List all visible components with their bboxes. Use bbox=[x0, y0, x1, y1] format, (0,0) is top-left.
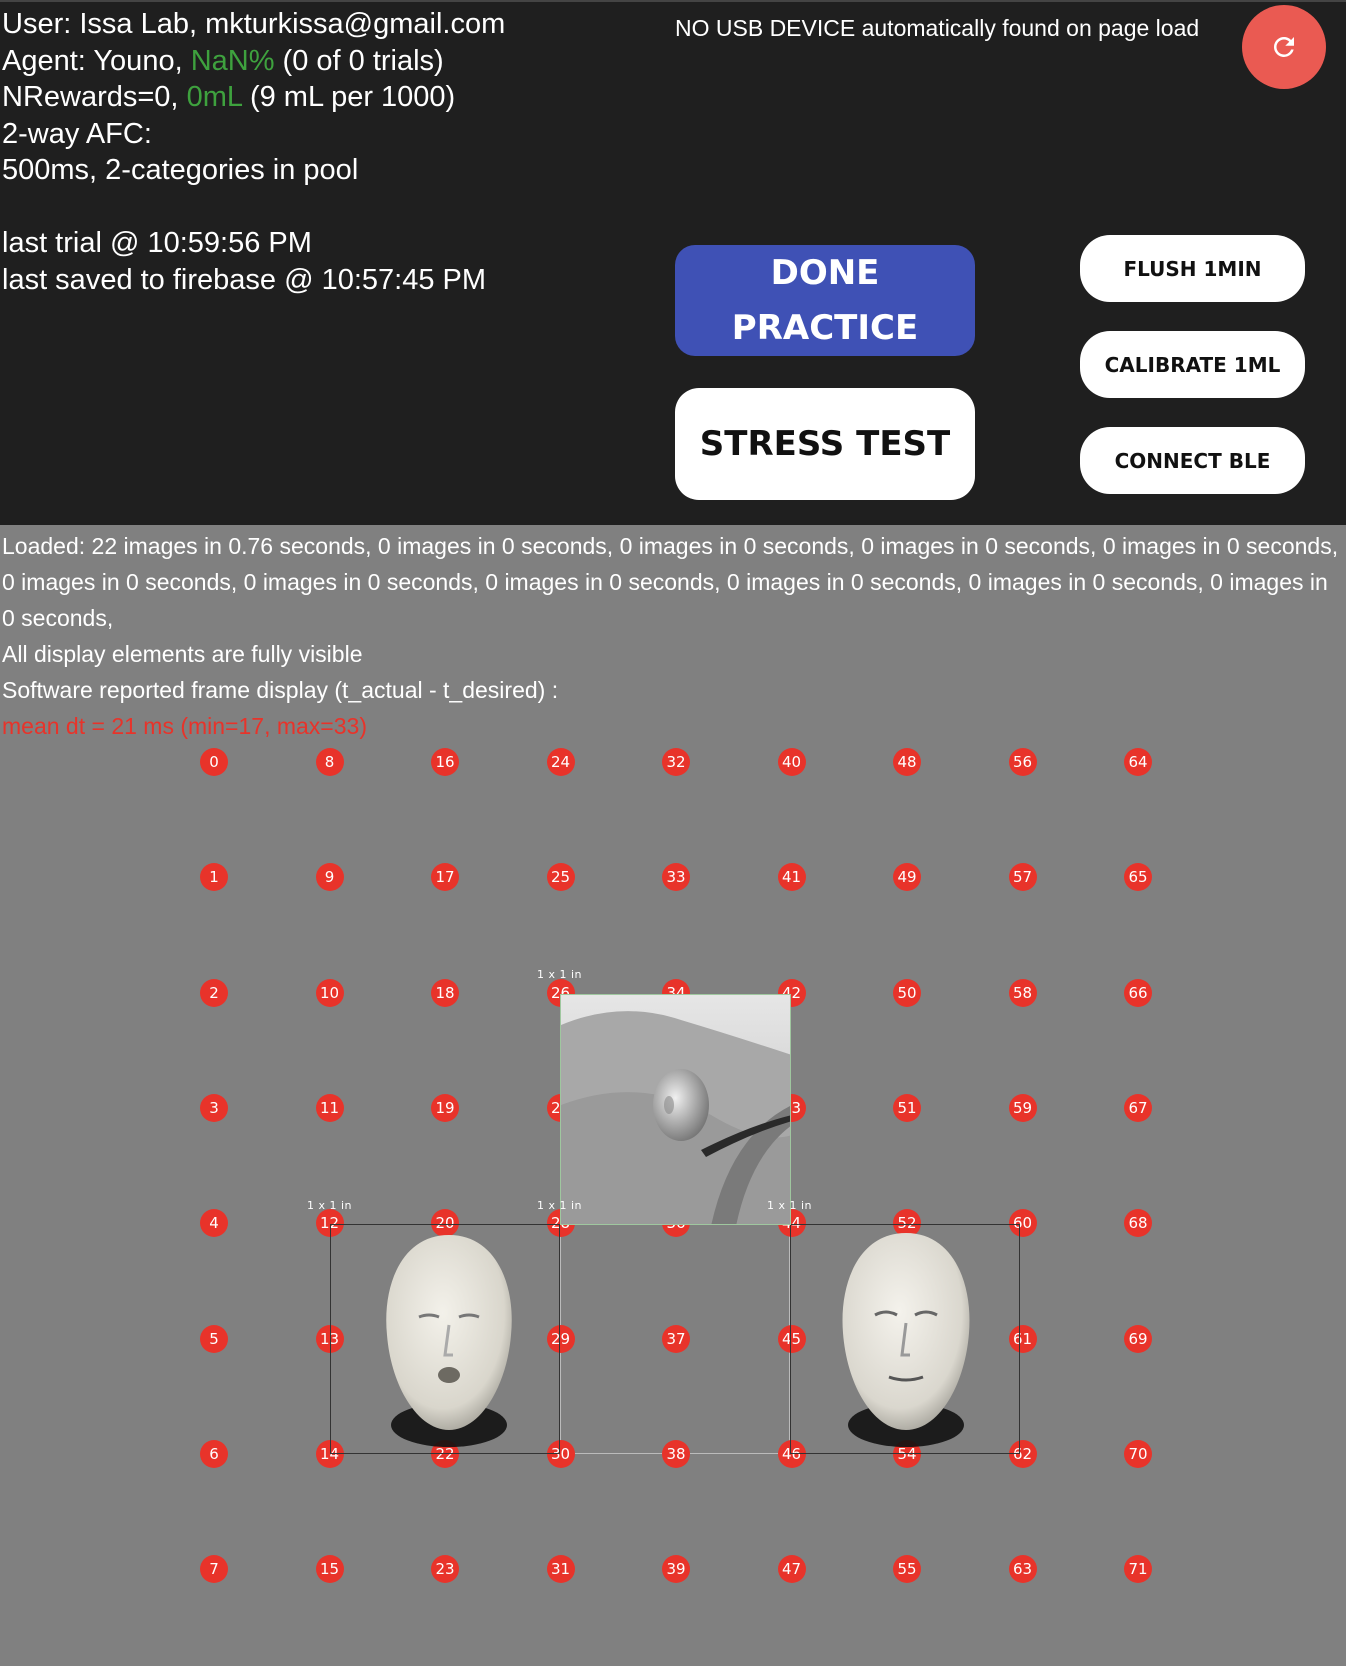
grid-dot-49: 49 bbox=[893, 863, 921, 892]
grid-dot-3: 3 bbox=[200, 1093, 228, 1122]
grid-dot-71: 71 bbox=[1124, 1555, 1152, 1584]
usb-status: NO USB DEVICE automatically found on pag… bbox=[675, 15, 1200, 41]
grid-dot-18: 18 bbox=[431, 978, 459, 1007]
grid-dot-17: 17 bbox=[431, 863, 459, 892]
grid-dot-57: 57 bbox=[1008, 863, 1037, 892]
last-saved: last saved to firebase @ 10:57:45 PM bbox=[2, 263, 487, 296]
grid-dot-6: 6 bbox=[200, 1439, 228, 1468]
grid-dot-8: 8 bbox=[315, 748, 344, 776]
grid-dot-38: 38 bbox=[662, 1439, 690, 1468]
grid-dot-37: 37 bbox=[662, 1324, 690, 1353]
grid-dot-7: 7 bbox=[200, 1555, 228, 1584]
grid-dot-33: 33 bbox=[662, 863, 690, 892]
user-value: Issa Lab, mkturkissa@gmail.com bbox=[79, 8, 506, 40]
grid-dot-56: 56 bbox=[1008, 748, 1037, 776]
grid-dot-24: 24 bbox=[546, 748, 575, 776]
refresh-button[interactable] bbox=[1242, 5, 1326, 89]
test-box-label-2: 1 x 1 in bbox=[537, 1199, 583, 1212]
grid-dot-64: 64 bbox=[1124, 748, 1152, 776]
control-panel: User: Issa Lab, mkturkissa@gmail.com Age… bbox=[0, 0, 1346, 525]
grid-dot-5: 5 bbox=[200, 1324, 228, 1353]
grid-dot-50: 50 bbox=[893, 978, 921, 1007]
grid-dot-70: 70 bbox=[1124, 1439, 1152, 1468]
visibility-status: All display elements are fully visible bbox=[2, 641, 363, 667]
face-image-left bbox=[386, 1235, 512, 1447]
stress-test-button[interactable]: STRESS TEST bbox=[675, 388, 975, 500]
grid-dot-0: 0 bbox=[200, 748, 228, 776]
grid-dot-41: 41 bbox=[777, 863, 806, 892]
choice-box-right[interactable] bbox=[790, 1224, 1020, 1454]
grid-dot-19: 19 bbox=[431, 1093, 459, 1122]
grid-dot-63: 63 bbox=[1008, 1555, 1037, 1584]
agent-percent: NaN% bbox=[190, 44, 275, 77]
grid-dot-10: 10 bbox=[315, 978, 344, 1007]
rewards-rate: (9 mL per 1000) bbox=[241, 81, 456, 113]
grid-dot-51: 51 bbox=[893, 1093, 921, 1122]
calibrate-button[interactable]: CALIBRATE 1ML bbox=[1080, 331, 1305, 398]
grid-dot-47: 47 bbox=[777, 1555, 806, 1584]
sample-scene bbox=[561, 995, 790, 1224]
connect-ble-button[interactable]: CONNECT BLE bbox=[1080, 427, 1305, 494]
rewards-label: NRewards=0, bbox=[2, 81, 187, 113]
mean-dt: mean dt = 21 ms (min=17, max=33) bbox=[2, 713, 367, 739]
agent-trials: (0 of 0 trials) bbox=[274, 44, 444, 77]
task-detail: 500ms, 2-categories in pool bbox=[2, 154, 359, 186]
load-status: Loaded: 22 images in 0.76 seconds, 0 ima… bbox=[2, 533, 1339, 631]
sample-box-label: 1 x 1 in bbox=[537, 968, 583, 981]
grid-dot-15: 15 bbox=[315, 1555, 344, 1584]
grid-dot-31: 31 bbox=[546, 1555, 575, 1584]
grid-dot-16: 16 bbox=[431, 748, 459, 776]
grid-dot-9: 9 bbox=[315, 863, 344, 892]
grid-dot-68: 68 bbox=[1124, 1209, 1152, 1238]
last-trial: last trial @ 10:59:56 PM bbox=[2, 227, 312, 259]
grid-dot-4: 4 bbox=[200, 1209, 228, 1238]
grid-dot-32: 32 bbox=[662, 748, 690, 776]
done-practice-button[interactable]: DONE PRACTICE bbox=[675, 245, 975, 356]
flush-button[interactable]: FLUSH 1MIN bbox=[1080, 235, 1305, 302]
face-image-right bbox=[842, 1233, 970, 1447]
grid-dot-1: 1 bbox=[200, 863, 228, 892]
grid-dot-40: 40 bbox=[777, 748, 806, 776]
grid-dot-65: 65 bbox=[1124, 863, 1152, 892]
grid-dot-55: 55 bbox=[893, 1555, 921, 1584]
session-info: User: Issa Lab, mkturkissa@gmail.com Age… bbox=[2, 6, 505, 298]
grid-dot-11: 11 bbox=[315, 1093, 344, 1122]
sample-image bbox=[560, 994, 791, 1225]
agent-label: Agent: Youno, bbox=[2, 44, 191, 77]
frame-report: Software reported frame display (t_actua… bbox=[2, 677, 559, 703]
grid-dot-39: 39 bbox=[662, 1555, 690, 1584]
refresh-icon bbox=[1273, 36, 1294, 57]
grid-dot-2: 2 bbox=[200, 978, 228, 1007]
grid-dot-66: 66 bbox=[1124, 978, 1152, 1007]
choice-box-left[interactable] bbox=[330, 1224, 560, 1454]
grid-dot-25: 25 bbox=[546, 863, 575, 892]
test-box-label-1: 1 x 1 in bbox=[307, 1199, 353, 1212]
user-label: User: bbox=[2, 8, 80, 40]
task-name: 2-way AFC: bbox=[2, 117, 152, 150]
test-box-label-3: 1 x 1 in bbox=[767, 1199, 813, 1212]
grid-dot-48: 48 bbox=[893, 748, 921, 776]
grid-dot-59: 59 bbox=[1008, 1093, 1037, 1122]
rewards-ml: 0mL bbox=[186, 81, 242, 113]
grid-dot-67: 67 bbox=[1124, 1093, 1152, 1122]
grid-dot-58: 58 bbox=[1008, 978, 1037, 1007]
grid-dot-23: 23 bbox=[431, 1555, 459, 1584]
grid-dot-69: 69 bbox=[1124, 1324, 1152, 1353]
